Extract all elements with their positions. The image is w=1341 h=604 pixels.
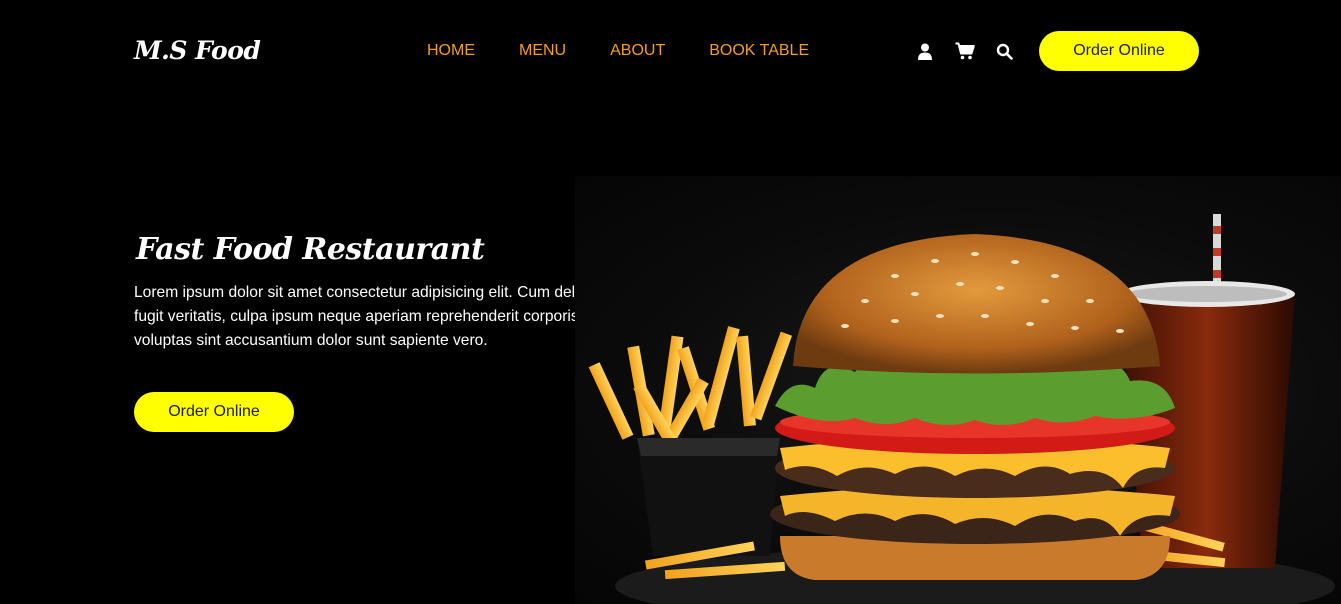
nav-icons <box>915 41 1014 61</box>
hero-title: Fast Food Restaurant <box>136 232 485 267</box>
nav-links: HOME MENU ABOUT BOOK TABLE <box>427 42 809 60</box>
order-online-button[interactable]: Order Online <box>1039 31 1199 71</box>
burger-fries-soda-image <box>575 176 1341 604</box>
brand-logo[interactable]: M.S Food <box>134 36 261 65</box>
nav-link-menu[interactable]: MENU <box>519 42 566 60</box>
nav-link-book-table[interactable]: BOOK TABLE <box>709 42 809 60</box>
nav-link-about[interactable]: ABOUT <box>610 42 665 60</box>
nav-link-home[interactable]: HOME <box>427 42 475 60</box>
search-icon[interactable] <box>994 41 1014 61</box>
navbar: M.S Food HOME MENU ABOUT BOOK TABLE Orde… <box>0 0 1341 104</box>
user-icon[interactable] <box>915 41 935 61</box>
cart-icon[interactable] <box>955 41 975 61</box>
hero-order-online-button[interactable]: Order Online <box>134 392 294 432</box>
